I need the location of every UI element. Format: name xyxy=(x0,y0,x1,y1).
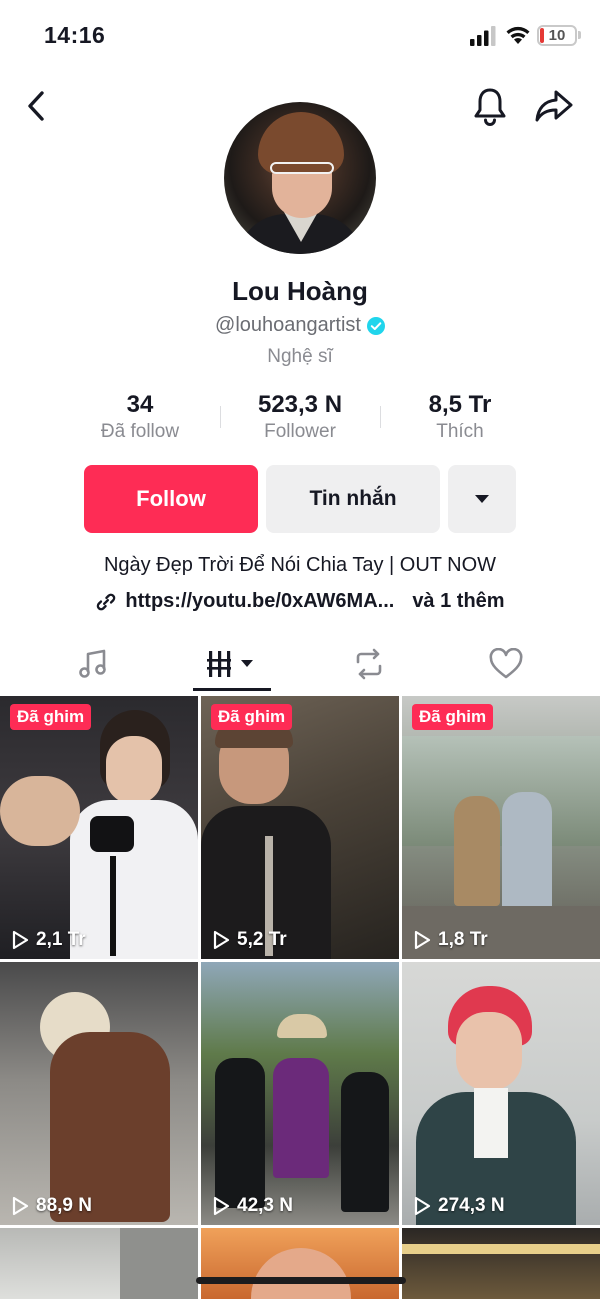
bell-icon xyxy=(474,88,506,126)
thumbnail-figure xyxy=(456,1012,522,1090)
stat-following[interactable]: 34 Đã follow xyxy=(70,390,210,444)
bio-link[interactable]: https://youtu.be/0xAW6MA... xyxy=(125,590,394,613)
thumbnail-figure xyxy=(273,1058,329,1178)
view-count: 1,8 Tr xyxy=(412,929,488,951)
play-icon xyxy=(213,930,230,950)
wifi-icon xyxy=(506,26,530,44)
battery-percentage: 10 xyxy=(548,27,566,44)
heart-icon xyxy=(489,648,523,679)
pinned-badge: Đã ghim xyxy=(10,704,92,730)
video-thumbnail[interactable]: 274,3 N xyxy=(402,962,600,1225)
link-icon xyxy=(97,593,116,610)
thumbnail-figure xyxy=(90,816,134,852)
active-tab-indicator xyxy=(193,688,271,691)
battery-tip xyxy=(578,31,581,39)
profile-category: Nghệ sĩ xyxy=(267,346,333,367)
video-thumbnail[interactable] xyxy=(0,1228,198,1299)
following-label: Đã follow xyxy=(100,421,180,442)
pinned-badge: Đã ghim xyxy=(412,704,494,730)
likes-label: Thích xyxy=(436,421,484,442)
video-thumbnail[interactable] xyxy=(201,1228,399,1299)
play-icon xyxy=(12,930,29,950)
play-icon xyxy=(414,1196,431,1216)
view-count-text: 1,8 Tr xyxy=(438,929,488,950)
video-thumbnail[interactable]: Đã ghim 2,1 Tr xyxy=(0,696,198,959)
tab-videos[interactable] xyxy=(157,636,307,692)
thumbnail-figure xyxy=(277,1014,327,1038)
play-icon xyxy=(12,1196,29,1216)
view-count: 274,3 N xyxy=(412,1195,505,1217)
view-count-text: 5,2 Tr xyxy=(237,929,287,950)
avatar-glasses xyxy=(270,162,334,174)
profile-tabs xyxy=(0,636,600,694)
thumbnail-figure xyxy=(341,1072,389,1212)
bio-link-row: https://youtu.be/0xAW6MA... và 1 thêm xyxy=(0,590,600,613)
thumbnail-figure xyxy=(454,796,500,906)
bio-link-more[interactable]: và 1 thêm xyxy=(412,590,504,613)
thumbnail-figure xyxy=(402,1244,600,1254)
video-grid: Đã ghim 2,1 Tr Đã ghim 5,2 Tr Đã ghim 1,… xyxy=(0,696,600,1299)
thumbnail-figure xyxy=(474,1088,508,1158)
music-note-icon xyxy=(79,649,106,678)
followers-count: 523,3 N xyxy=(257,391,343,418)
thumbnail-figure xyxy=(50,1032,170,1222)
video-thumbnail[interactable]: Đã ghim 5,2 Tr xyxy=(201,696,399,959)
profile-bio: Ngày Đẹp Trời Để Nói Chia Tay | OUT NOW xyxy=(103,554,497,576)
cellular-signal-icon xyxy=(470,26,496,46)
view-count: 5,2 Tr xyxy=(211,929,287,951)
video-thumbnail[interactable]: 88,9 N xyxy=(0,962,198,1225)
thumbnail-figure xyxy=(251,1248,351,1299)
thumbnail-figure xyxy=(402,736,600,846)
profile-stats: 34 Đã follow 523,3 N Follower 8,5 Tr Thí… xyxy=(80,390,520,450)
share-button[interactable] xyxy=(532,84,576,128)
view-count-text: 42,3 N xyxy=(237,1195,293,1216)
view-count-text: 2,1 Tr xyxy=(36,929,86,950)
tab-repost[interactable] xyxy=(294,636,444,692)
videos-grid-icon xyxy=(207,651,253,677)
thumbnail-figure xyxy=(0,776,80,846)
followers-label: Follower xyxy=(264,421,336,442)
battery-indicator: 10 xyxy=(537,25,577,46)
thumbnail-figure xyxy=(120,1228,198,1299)
tab-liked[interactable] xyxy=(431,636,581,692)
more-options-button[interactable] xyxy=(448,465,516,533)
view-count: 88,9 N xyxy=(10,1195,92,1217)
stat-divider xyxy=(380,406,381,428)
notification-bell-button[interactable] xyxy=(470,84,510,128)
following-count: 34 xyxy=(126,391,154,418)
verified-badge-icon xyxy=(366,316,385,335)
follow-button[interactable]: Follow xyxy=(84,465,258,533)
video-thumbnail[interactable] xyxy=(402,1228,600,1299)
thumbnail-figure xyxy=(106,736,162,804)
video-thumbnail[interactable]: 42,3 N xyxy=(201,962,399,1225)
video-thumbnail[interactable]: Đã ghim 1,8 Tr xyxy=(402,696,600,959)
profile-avatar[interactable] xyxy=(224,102,376,254)
tab-music[interactable] xyxy=(18,636,168,692)
likes-count: 8,5 Tr xyxy=(428,391,492,418)
message-button[interactable]: Tin nhắn xyxy=(266,465,440,533)
status-time: 14:16 xyxy=(44,22,106,48)
stat-divider xyxy=(220,406,221,428)
profile-handle-row: @louhoangartist xyxy=(0,314,600,337)
status-bar: 14:16 10 xyxy=(0,0,600,70)
chevron-left-icon xyxy=(28,91,44,121)
thumbnail-figure xyxy=(215,1058,265,1208)
play-icon xyxy=(414,930,431,950)
home-indicator[interactable] xyxy=(196,1277,406,1284)
pinned-badge: Đã ghim xyxy=(211,704,293,730)
play-icon xyxy=(213,1196,230,1216)
view-count: 42,3 N xyxy=(211,1195,293,1217)
caret-down-icon xyxy=(475,495,489,503)
profile-handle: @louhoangartist xyxy=(215,314,361,336)
profile-display-name: Lou Hoàng xyxy=(232,276,368,306)
thumbnail-figure xyxy=(110,856,116,956)
back-button[interactable] xyxy=(18,86,54,126)
view-count: 2,1 Tr xyxy=(10,929,86,951)
view-count-text: 88,9 N xyxy=(36,1195,92,1216)
share-arrow-icon xyxy=(535,90,573,122)
stat-likes[interactable]: 8,5 Tr Thích xyxy=(390,390,530,444)
view-count-text: 274,3 N xyxy=(438,1195,505,1216)
stat-followers[interactable]: 523,3 N Follower xyxy=(230,390,370,444)
repost-icon xyxy=(356,648,382,680)
